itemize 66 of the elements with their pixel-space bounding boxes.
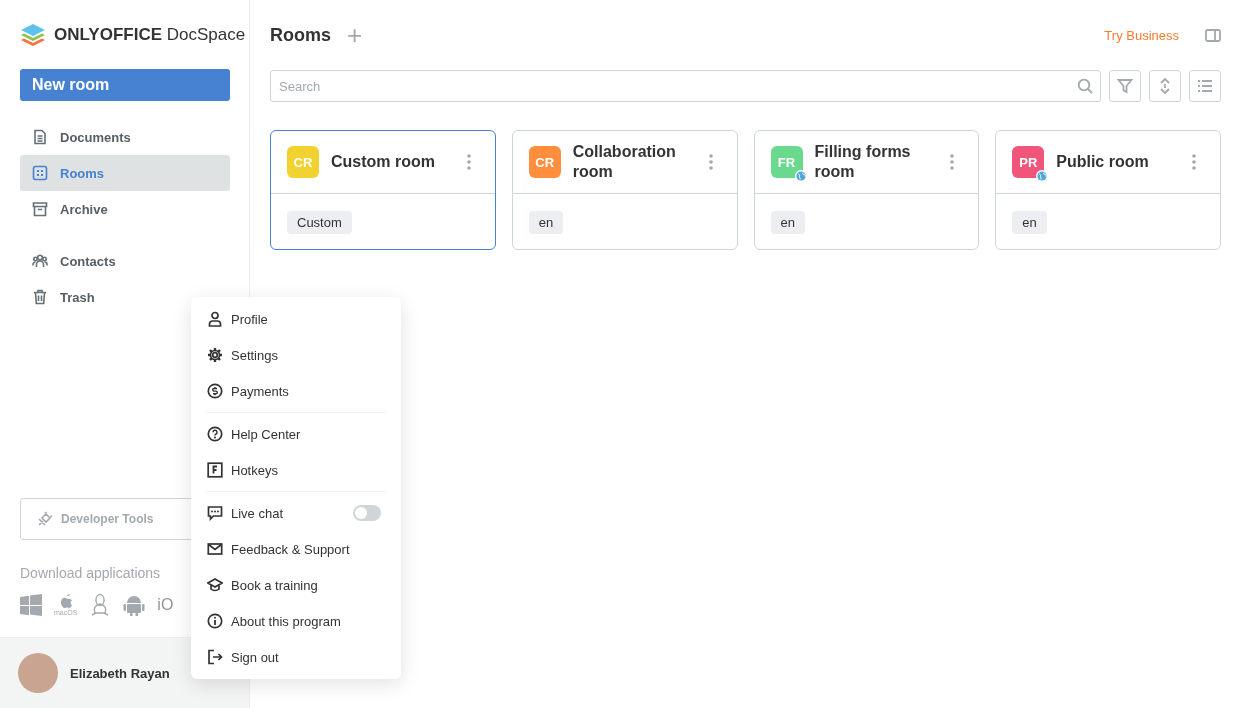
list-view-icon (1197, 78, 1213, 94)
room-logo: CR (287, 146, 319, 178)
menu-item[interactable]: Payments (191, 373, 401, 409)
grid-icon (32, 165, 48, 181)
help-icon (207, 426, 223, 442)
menu-item[interactable]: Help Center (191, 416, 401, 452)
menu-item[interactable]: Book a training (191, 567, 401, 603)
page-title: Rooms (270, 24, 331, 46)
search-field[interactable]: Search (270, 70, 1101, 102)
menu-item[interactable]: About this program (191, 603, 401, 639)
room-card[interactable]: CR Custom room Custom (270, 130, 496, 250)
room-card[interactable]: PR Public room en (995, 130, 1221, 250)
more-options-icon (1192, 154, 1196, 170)
archive-box-icon (32, 201, 48, 217)
more-options-icon (466, 154, 471, 170)
up-down-arrows-icon (1157, 78, 1173, 94)
menu-item[interactable]: Sign out (191, 639, 401, 675)
room-card[interactable]: FR Filling forms room en (753, 130, 980, 250)
menu-item[interactable]: Settings (191, 337, 401, 373)
person-icon (207, 311, 223, 327)
layered-logo-icon (20, 22, 46, 48)
nav-item[interactable]: Contacts (20, 243, 230, 279)
user-avatar[interactable] (18, 653, 58, 693)
live-chat-toggle[interactable] (353, 505, 381, 521)
document-icon (32, 129, 48, 145)
windows-logo-icon (20, 594, 42, 616)
app-logo-text: ONLYOFFICE DocSpace (54, 25, 246, 45)
room-title[interactable]: Collaboration room (572, 142, 697, 182)
trash-icon (32, 289, 48, 305)
filter-button[interactable] (1109, 70, 1141, 102)
ios-app-label: iO (157, 596, 174, 614)
plug-icon (37, 511, 53, 527)
globe-icon (1036, 170, 1049, 182)
funnel-icon (1117, 78, 1133, 94)
download-applications-label: Download applications (20, 565, 162, 581)
nav-item[interactable]: Archive (20, 191, 230, 227)
new-room-button[interactable]: New room (20, 69, 230, 101)
room-title[interactable]: Custom room (331, 152, 455, 172)
globe-icon (794, 170, 807, 182)
settings-icon (207, 347, 223, 363)
room-tag[interactable]: en (528, 211, 564, 234)
info-icon (207, 613, 223, 629)
room-tag[interactable]: Custom (287, 211, 352, 234)
android-robot-icon (123, 593, 146, 617)
more-options-icon (950, 154, 955, 170)
sign-out-icon (207, 649, 223, 665)
user-name[interactable]: Elizabeth Rayan (70, 665, 170, 681)
sort-button[interactable] (1149, 70, 1181, 102)
dollar-coin-icon (207, 383, 223, 399)
view-toggle-button[interactable] (1189, 70, 1221, 102)
room-tag[interactable]: en (1012, 211, 1047, 234)
menu-item[interactable]: Hotkeys (191, 452, 401, 488)
keyboard-key-icon (207, 462, 223, 478)
envelope-icon (207, 541, 223, 557)
people-icon (32, 253, 48, 269)
room-card[interactable]: CR Collaboration room en (511, 130, 738, 250)
nav-item[interactable]: Documents (20, 119, 230, 155)
room-logo: CR (528, 146, 561, 178)
more-options-icon (708, 154, 713, 170)
room-title[interactable]: Filling forms room (814, 142, 939, 182)
room-tag[interactable]: en (770, 211, 805, 234)
chat-bubble-icon (207, 505, 223, 521)
graduation-cap-icon (207, 577, 223, 593)
side-panel-icon (1205, 27, 1221, 43)
room-title[interactable]: Public room (1056, 152, 1180, 172)
search-icon (1077, 78, 1093, 94)
